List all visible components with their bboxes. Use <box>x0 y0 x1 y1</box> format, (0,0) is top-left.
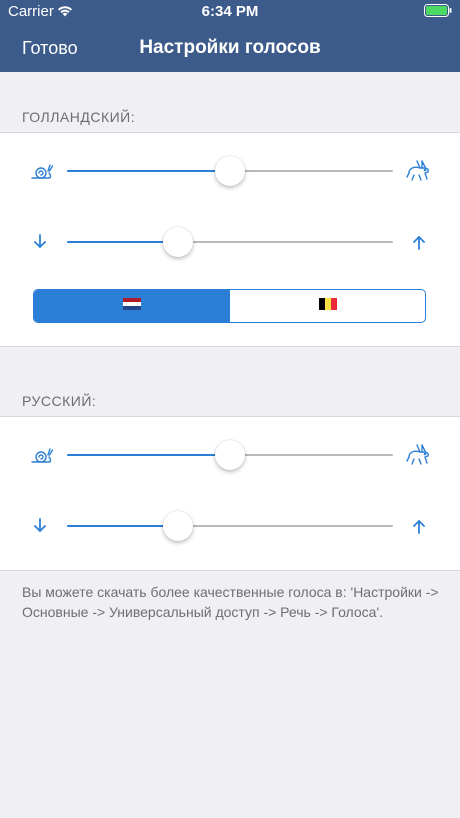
snail-icon <box>30 443 54 467</box>
speed-row <box>0 151 460 191</box>
segment-netherlands[interactable] <box>34 290 229 322</box>
arrow-down-icon <box>30 230 54 254</box>
segment-belgium[interactable] <box>229 290 425 322</box>
pitch-row <box>0 222 460 262</box>
page-title: Настройки голосов <box>139 37 321 58</box>
battery-icon <box>424 4 452 21</box>
footer-note: Вы можете скачать более качественные гол… <box>22 584 439 620</box>
pitch-slider[interactable] <box>67 227 393 257</box>
dutch-voice-group <box>0 132 460 347</box>
rabbit-icon <box>405 159 433 183</box>
speed-row <box>0 435 460 475</box>
clock-label: 6:34 PM <box>201 3 259 20</box>
navigation-bar: Готово Настройки голосов <box>0 24 460 72</box>
section-header-russian: РУССКИЙ: <box>22 393 97 409</box>
speed-slider-fill <box>67 170 230 172</box>
status-bar: Carrier 6:34 PM <box>0 0 460 24</box>
pitch-slider[interactable] <box>67 511 393 541</box>
arrow-up-icon <box>405 230 433 254</box>
speed-slider[interactable] <box>67 440 393 470</box>
speed-slider[interactable] <box>67 156 393 186</box>
arrow-up-icon <box>405 514 433 538</box>
speed-slider-fill <box>67 454 230 456</box>
russian-voice-group <box>0 416 460 571</box>
accent-segmented-control <box>33 289 426 323</box>
belgium-flag-icon <box>318 297 337 315</box>
section-header-dutch: ГОЛЛАНДСКИЙ: <box>22 109 136 125</box>
arrow-down-icon <box>30 514 54 538</box>
pitch-slider-thumb[interactable] <box>162 227 193 257</box>
speed-slider-thumb[interactable] <box>215 440 245 470</box>
snail-icon <box>30 159 54 183</box>
pitch-slider-thumb[interactable] <box>162 511 193 541</box>
speed-slider-thumb[interactable] <box>215 156 245 186</box>
netherlands-flag-icon <box>122 297 141 315</box>
pitch-slider-fill <box>67 241 178 243</box>
pitch-slider-fill <box>67 525 178 527</box>
rabbit-icon <box>405 443 433 467</box>
pitch-row <box>0 506 460 546</box>
